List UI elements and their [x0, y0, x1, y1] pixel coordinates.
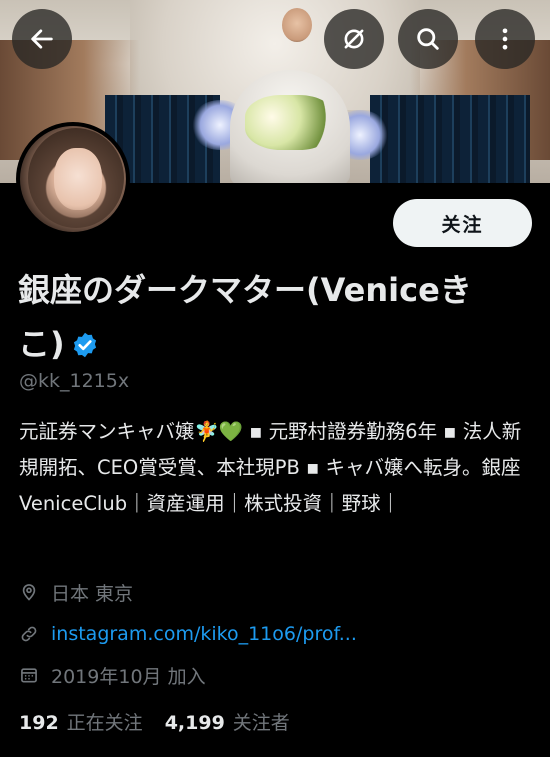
more-button[interactable] — [475, 9, 535, 69]
follow-button[interactable]: 关注 — [393, 199, 532, 247]
website-row: instagram.com/kiko_11o6/prof... — [19, 621, 357, 647]
follow-stats: 192 正在关注 4,199 关注者 — [19, 708, 290, 735]
banner-figure-head — [282, 8, 312, 42]
followers-stat[interactable]: 4,199 关注者 — [165, 708, 290, 735]
following-label: 正在关注 — [66, 712, 143, 734]
grok-button[interactable] — [324, 9, 384, 69]
following-count: 192 — [19, 712, 59, 734]
username-handle: @kk_1215x — [19, 370, 130, 392]
website-link[interactable]: instagram.com/kiko_11o6/prof... — [51, 623, 357, 645]
back-button[interactable] — [12, 9, 72, 69]
following-stat[interactable]: 192 正在关注 — [19, 708, 143, 735]
grok-icon — [344, 29, 364, 49]
avatar[interactable] — [16, 122, 130, 236]
banner-bottles-right — [370, 95, 530, 183]
display-name: 銀座のダークマター(Veniceきこ) — [18, 263, 518, 371]
avatar-face — [54, 148, 102, 210]
search-button[interactable] — [398, 9, 458, 69]
joined-date: 2019年10月 加入 — [51, 665, 206, 688]
banner-bouquet — [245, 95, 335, 150]
verified-badge-icon[interactable] — [71, 331, 99, 359]
calendar-icon — [21, 668, 37, 683]
followers-label: 关注者 — [232, 712, 290, 734]
link-icon — [21, 626, 37, 642]
more-vertical-icon — [502, 28, 508, 50]
joined-row: 2019年10月 加入 — [19, 662, 206, 688]
back-arrow-icon — [31, 29, 53, 49]
location-pin-icon — [22, 584, 36, 601]
search-icon — [417, 28, 439, 50]
location-text: 日本 東京 — [51, 582, 134, 605]
followers-count: 4,199 — [164, 712, 225, 734]
profile-bio: 元証券マンキャバ嬢🧚💚 ▪︎ 元野村證券勤務6年 ▪︎ 法人新規開拓、CEO賞受… — [19, 420, 522, 515]
location-row: 日本 東京 — [19, 579, 133, 605]
